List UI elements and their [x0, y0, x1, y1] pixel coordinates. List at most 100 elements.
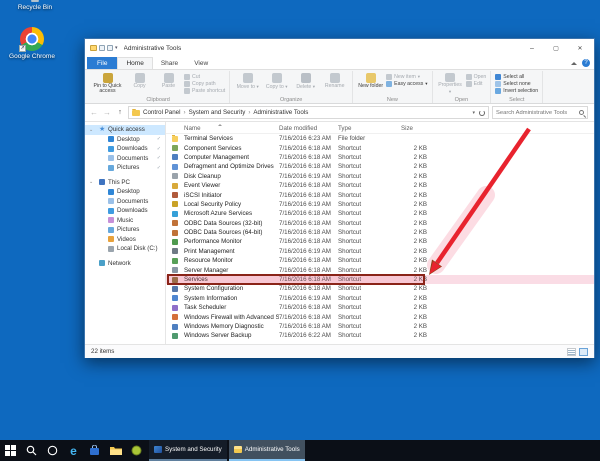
select-none-button[interactable]: Select none — [495, 81, 538, 87]
quick-access-toolbar[interactable]: ▾ — [90, 45, 118, 51]
select-all-button[interactable]: Select all — [495, 74, 538, 80]
tab-file[interactable]: File — [87, 57, 118, 69]
file-row[interactable]: Component Services 7/16/2016 6:18 AM Short… — [166, 143, 594, 152]
desktop-icon-recycle-bin[interactable]: Recycle Bin — [8, 0, 62, 11]
qat-customize-icon[interactable]: ▾ — [115, 45, 118, 51]
file-row[interactable]: Services 7/16/2016 6:18 AM Shortcut 2 KB — [166, 274, 594, 285]
easy-access-button[interactable]: Easy access ▾ — [386, 81, 428, 87]
sidebar-item-local-disk-c-[interactable]: Local Disk (C:) — [85, 244, 165, 254]
column-size[interactable]: Size — [383, 125, 427, 132]
file-row[interactable]: Microsoft Azure Services 7/16/2016 6:18 A… — [166, 209, 594, 218]
desktop-icon-google-chrome[interactable]: ↗ Google Chrome — [5, 27, 59, 60]
store-button[interactable] — [84, 440, 105, 461]
sidebar-item-downloads[interactable]: Downloads — [85, 206, 165, 216]
file-row[interactable]: ODBC Data Sources (32-bit) 7/16/2016 6:18… — [166, 219, 594, 228]
file-row[interactable]: Event Viewer 7/16/2016 6:18 AM Shortcut 2 K… — [166, 181, 594, 190]
sidebar-item-documents[interactable]: Documents — [85, 197, 165, 207]
file-row[interactable]: System Configuration 7/16/2016 6:18 AM Sho… — [166, 284, 594, 293]
column-name[interactable]: Name — [184, 125, 279, 132]
file-row[interactable]: Local Security Policy 7/16/2016 6:19 AM Sh… — [166, 200, 594, 209]
move-to-button[interactable]: Move to ▾ — [234, 72, 261, 95]
sidebar-item-music[interactable]: Music — [85, 216, 165, 226]
close-button[interactable] — [568, 39, 592, 57]
pin-to-quick-access-button[interactable]: Pin to Quick access — [91, 72, 124, 95]
qat-new-folder-icon[interactable] — [107, 45, 113, 51]
tab-share[interactable]: Share — [153, 57, 186, 69]
file-explorer-button[interactable] — [105, 440, 126, 461]
sidebar-item-this-pc[interactable]: ⌄ This PC — [85, 178, 165, 188]
paste-shortcut-button[interactable]: Paste shortcut — [184, 88, 225, 94]
tab-home[interactable]: Home — [117, 57, 153, 69]
file-row[interactable]: Server Manager 7/16/2016 6:18 AM Shortcut 2… — [166, 265, 594, 274]
address-dropdown-icon[interactable]: ▾ — [472, 110, 475, 116]
help-icon[interactable] — [582, 59, 590, 67]
tab-view[interactable]: View — [186, 57, 216, 69]
taskbar-button-system-and-security[interactable]: System and Security — [149, 440, 227, 461]
cut-button[interactable]: Cut — [184, 74, 225, 80]
search-icon[interactable] — [579, 110, 584, 115]
file-row[interactable]: Resource Monitor 7/16/2016 6:18 AM Shortcu… — [166, 256, 594, 265]
file-row[interactable]: Windows Memory Diagnostic 7/16/2016 6:18 … — [166, 322, 594, 331]
sidebar-item-quick-access[interactable]: ⌄ Quick access — [85, 125, 165, 135]
start-button[interactable] — [0, 440, 21, 461]
taskbar-search-button[interactable] — [21, 440, 42, 461]
large-icons-view-button[interactable] — [579, 347, 588, 356]
column-date-modified[interactable]: Date modified — [279, 125, 338, 132]
column-type[interactable]: Type — [338, 125, 383, 132]
file-row[interactable]: Terminal Services 7/16/2016 6:23 AM File f… — [166, 134, 594, 143]
file-row[interactable]: Performance Monitor 7/16/2016 6:18 AM Shor… — [166, 237, 594, 246]
task-view-button[interactable] — [42, 440, 63, 461]
new-item-button[interactable]: New item ▾ — [386, 74, 427, 80]
breadcrumb-segment[interactable]: System and Security — [189, 109, 246, 116]
details-view-button[interactable] — [567, 347, 576, 356]
chevron-down-icon[interactable]: ⌄ — [89, 179, 93, 185]
refresh-icon[interactable] — [479, 109, 485, 116]
file-row[interactable]: iSCSI Initiator 7/16/2016 6:18 AM Shortcut… — [166, 190, 594, 199]
search-input[interactable] — [496, 109, 577, 116]
up-button[interactable]: ↑ — [115, 109, 125, 116]
file-row[interactable]: ODBC Data Sources (64-bit) 7/16/2016 6:18… — [166, 228, 594, 237]
paste-button[interactable]: Paste — [155, 72, 182, 95]
minimize-button[interactable] — [520, 39, 544, 57]
sidebar-item-desktop[interactable]: Desktop — [85, 135, 165, 145]
file-row[interactable]: Windows Server Backup 7/16/2016 6:22 AM Sh… — [166, 331, 594, 340]
properties-button[interactable]: Properties ▾ — [437, 72, 464, 95]
sidebar-item-network[interactable]: Network — [85, 259, 165, 269]
copy-path-button[interactable]: Copy path — [184, 81, 225, 87]
file-row[interactable]: Windows Firewall with Advanced Security7… — [166, 312, 594, 321]
forward-button[interactable]: → — [102, 108, 112, 117]
copy-button[interactable]: Copy — [126, 72, 153, 95]
sidebar-item-pictures[interactable]: Pictures — [85, 163, 165, 173]
maximize-button[interactable] — [544, 39, 568, 57]
qat-properties-icon[interactable] — [99, 45, 105, 51]
title-bar[interactable]: ▾ Administrative Tools — [85, 39, 594, 57]
search-box[interactable] — [492, 106, 588, 119]
sidebar-item-documents[interactable]: Documents — [85, 154, 165, 164]
breadcrumb-segment[interactable]: Administrative Tools — [253, 109, 308, 116]
file-row[interactable]: Computer Management 7/16/2016 6:18 AM Shor… — [166, 153, 594, 162]
breadcrumb[interactable]: Control Panel › System and Security › Admini… — [128, 106, 489, 119]
sidebar-item-pictures[interactable]: Pictures — [85, 225, 165, 235]
chevron-down-icon[interactable]: ⌄ — [89, 127, 93, 133]
file-row[interactable]: Disk Cleanup 7/16/2016 6:19 AM Shortcut 2 K… — [166, 172, 594, 181]
breadcrumb-segment[interactable]: Control Panel — [143, 109, 181, 116]
open-button[interactable]: Open — [465, 74, 486, 80]
taskbar-button-administrative-tools[interactable]: Administrative Tools — [228, 440, 305, 461]
collapse-ribbon-icon[interactable] — [571, 61, 577, 65]
new-folder-button[interactable]: New folder — [357, 72, 384, 95]
back-button[interactable]: ← — [89, 108, 99, 117]
file-row[interactable]: Task Scheduler 7/16/2016 6:18 AM Shortcut 2… — [166, 303, 594, 312]
edge-button[interactable]: e — [63, 440, 84, 461]
invert-selection-button[interactable]: Invert selection — [495, 88, 538, 94]
pinned-app-button[interactable] — [126, 440, 147, 461]
copy-to-button[interactable]: Copy to ▾ — [263, 72, 290, 95]
file-row[interactable]: Print Management 7/16/2016 6:19 AM Shortcu… — [166, 247, 594, 256]
file-row[interactable]: System Information 7/16/2016 6:19 AM Short… — [166, 294, 594, 303]
delete-button[interactable]: Delete ▾ — [292, 72, 319, 95]
edit-button[interactable]: Edit — [465, 81, 487, 87]
file-row[interactable]: Defragment and Optimize Drives 7/16/2016 … — [166, 162, 594, 171]
sidebar-item-desktop[interactable]: Desktop — [85, 187, 165, 197]
rename-button[interactable]: Rename — [321, 72, 348, 95]
sidebar-item-videos[interactable]: Videos — [85, 235, 165, 245]
sidebar-item-downloads[interactable]: Downloads — [85, 144, 165, 154]
